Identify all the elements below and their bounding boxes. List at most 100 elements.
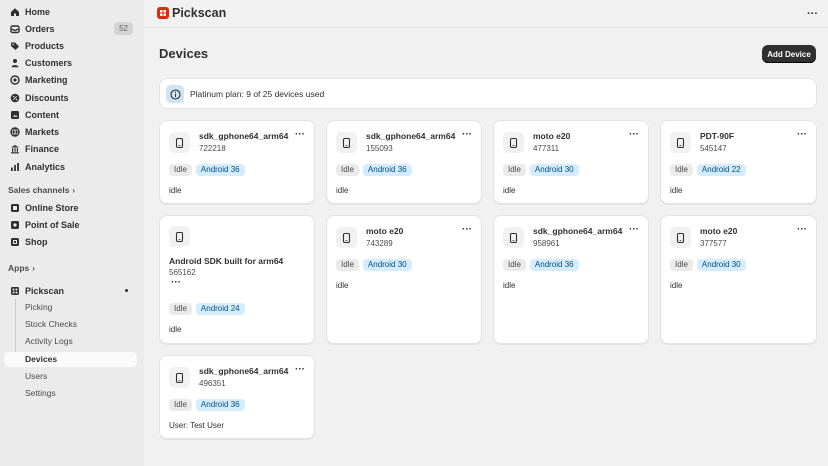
device-tags: Idle Android 24 <box>169 303 245 315</box>
sidebar-subitem-label: Users <box>25 371 48 381</box>
sales-channels-heading[interactable]: Sales channels › <box>8 185 75 195</box>
device-name: sdk_gphone64_arm64 <box>533 226 623 236</box>
sidebar-item-analytics[interactable]: Analytics <box>4 158 137 175</box>
device-card[interactable]: sdk_gphone64_arm64 496351 ··· Idle Andro… <box>159 355 315 439</box>
device-name: PDT-90F <box>700 131 735 141</box>
device-card[interactable]: PDT-90F 545147 ··· Idle Android 22 idle <box>660 120 817 204</box>
device-card[interactable]: sdk_gphone64_arm64 722218 ··· Idle Andro… <box>159 120 315 204</box>
status-badge: Idle <box>169 303 192 315</box>
sidebar-item-online-store[interactable]: Online Store <box>4 199 137 216</box>
sidebar-item-customers[interactable]: Customers <box>4 54 137 71</box>
plan-usage-banner: Platinum plan: 9 of 25 devices used <box>159 78 817 109</box>
device-name: sdk_gphone64_arm64 <box>199 131 289 141</box>
device-menu-button[interactable]: ··· <box>629 129 639 140</box>
sidebar-item-content[interactable]: Content <box>4 106 137 123</box>
phone-icon <box>670 227 691 248</box>
app-title: Pickscan <box>172 6 227 20</box>
sidebar-item-label: Shop <box>25 236 48 247</box>
sidebar-subitem-activity-logs[interactable]: Activity Logs <box>4 334 137 349</box>
pin-dot-icon <box>125 289 128 292</box>
device-note: idle <box>503 186 516 195</box>
sidebar-subitem-settings[interactable]: Settings <box>4 386 137 401</box>
apps-heading[interactable]: Apps › <box>8 263 35 273</box>
sidebar-item-markets[interactable]: Markets <box>4 123 137 140</box>
device-menu-button[interactable]: ··· <box>797 224 807 235</box>
device-name: Android SDK built for arm64 <box>169 256 284 266</box>
device-code: 155093 <box>366 144 393 153</box>
page-title: Devices <box>159 46 209 61</box>
shop-icon <box>9 236 20 247</box>
sidebar-item-point-of-sale[interactable]: Point of Sale <box>4 216 137 233</box>
pos-icon <box>9 219 20 230</box>
chevron-right-icon: › <box>32 263 35 273</box>
os-badge: Android 22 <box>696 164 746 176</box>
sidebar: Home Orders 52 Products Customers Market… <box>0 0 144 466</box>
sidebar-item-label: Point of Sale <box>25 219 80 230</box>
device-tags: Idle Android 36 <box>169 399 245 411</box>
device-tags: Idle Android 30 <box>670 259 746 271</box>
add-device-button[interactable]: Add Device <box>762 45 816 63</box>
sidebar-item-discounts[interactable]: Discounts <box>4 89 137 106</box>
pickscan-logo-icon <box>157 7 169 19</box>
status-badge: Idle <box>336 259 359 271</box>
sidebar-subitem-devices[interactable]: Devices <box>4 352 137 367</box>
status-badge: Idle <box>670 164 693 176</box>
sidebar-item-home[interactable]: Home <box>4 3 137 20</box>
sidebar-item-products[interactable]: Products <box>4 37 137 54</box>
device-tags: Idle Android 36 <box>336 164 412 176</box>
info-icon <box>166 85 184 103</box>
sidebar-item-marketing[interactable]: Marketing <box>4 71 137 88</box>
sidebar-item-finance[interactable]: Finance <box>4 140 137 157</box>
device-card[interactable]: sdk_gphone64_arm64 155093 ··· Idle Andro… <box>326 120 482 204</box>
device-note: idle <box>670 281 683 290</box>
sidebar-subitem-stock-checks[interactable]: Stock Checks <box>4 317 137 332</box>
device-note: idle <box>336 186 349 195</box>
device-card[interactable]: moto e20 743289 ··· Idle Android 30 idle <box>326 215 482 344</box>
device-menu-button[interactable]: ··· <box>295 364 305 375</box>
device-name: moto e20 <box>533 131 571 141</box>
phone-icon <box>169 367 190 388</box>
device-card[interactable]: moto e20 377577 ··· Idle Android 30 idle <box>660 215 817 344</box>
sidebar-item-label: Marketing <box>25 74 68 85</box>
device-tags: Idle Android 36 <box>169 164 245 176</box>
phone-icon <box>336 132 357 153</box>
status-badge: Idle <box>336 164 359 176</box>
device-menu-button[interactable]: ··· <box>462 129 472 140</box>
sidebar-subitem-users[interactable]: Users <box>4 369 137 384</box>
device-code: 377577 <box>700 239 727 248</box>
bank-icon <box>9 143 20 154</box>
device-card[interactable]: moto e20 477311 ··· Idle Android 30 idle <box>493 120 649 204</box>
discount-icon <box>9 92 20 103</box>
os-badge: Android 30 <box>362 259 412 271</box>
device-tags: Idle Android 30 <box>503 164 579 176</box>
sidebar-item-pickscan[interactable]: Pickscan <box>4 282 137 299</box>
device-card[interactable]: sdk_gphone64_arm64 958961 ··· Idle Andro… <box>493 215 649 344</box>
device-name: sdk_gphone64_arm64 <box>366 131 456 141</box>
device-menu-button[interactable]: ··· <box>295 129 305 140</box>
device-menu-button[interactable]: ··· <box>629 224 639 235</box>
sidebar-item-orders[interactable]: Orders 52 <box>4 20 137 37</box>
device-card[interactable]: Android SDK built for arm64 565162 ··· I… <box>159 215 315 344</box>
app-menu-button[interactable]: ··· <box>807 8 818 20</box>
pickscan-app-icon <box>9 285 20 296</box>
device-menu-button[interactable]: ··· <box>462 224 472 235</box>
device-note: idle <box>336 281 349 290</box>
device-code: 722218 <box>199 144 226 153</box>
os-badge: Android 24 <box>195 303 245 315</box>
os-badge: Android 30 <box>696 259 746 271</box>
sidebar-item-shop[interactable]: Shop <box>4 233 137 250</box>
sidebar-item-label: Online Store <box>25 202 79 213</box>
phone-icon <box>503 227 524 248</box>
sidebar-subitem-label: Devices <box>25 354 58 364</box>
sidebar-item-label: Markets <box>25 126 60 137</box>
orders-icon <box>9 23 20 34</box>
device-menu-button[interactable]: ··· <box>797 129 807 140</box>
device-code: 496351 <box>199 379 226 388</box>
device-note: idle <box>169 186 182 195</box>
store-icon <box>9 202 20 213</box>
phone-icon <box>169 132 190 153</box>
sidebar-subitem-picking[interactable]: Picking <box>4 300 137 315</box>
device-menu-button[interactable]: ··· <box>171 277 181 288</box>
os-badge: Android 30 <box>529 164 579 176</box>
status-badge: Idle <box>670 259 693 271</box>
